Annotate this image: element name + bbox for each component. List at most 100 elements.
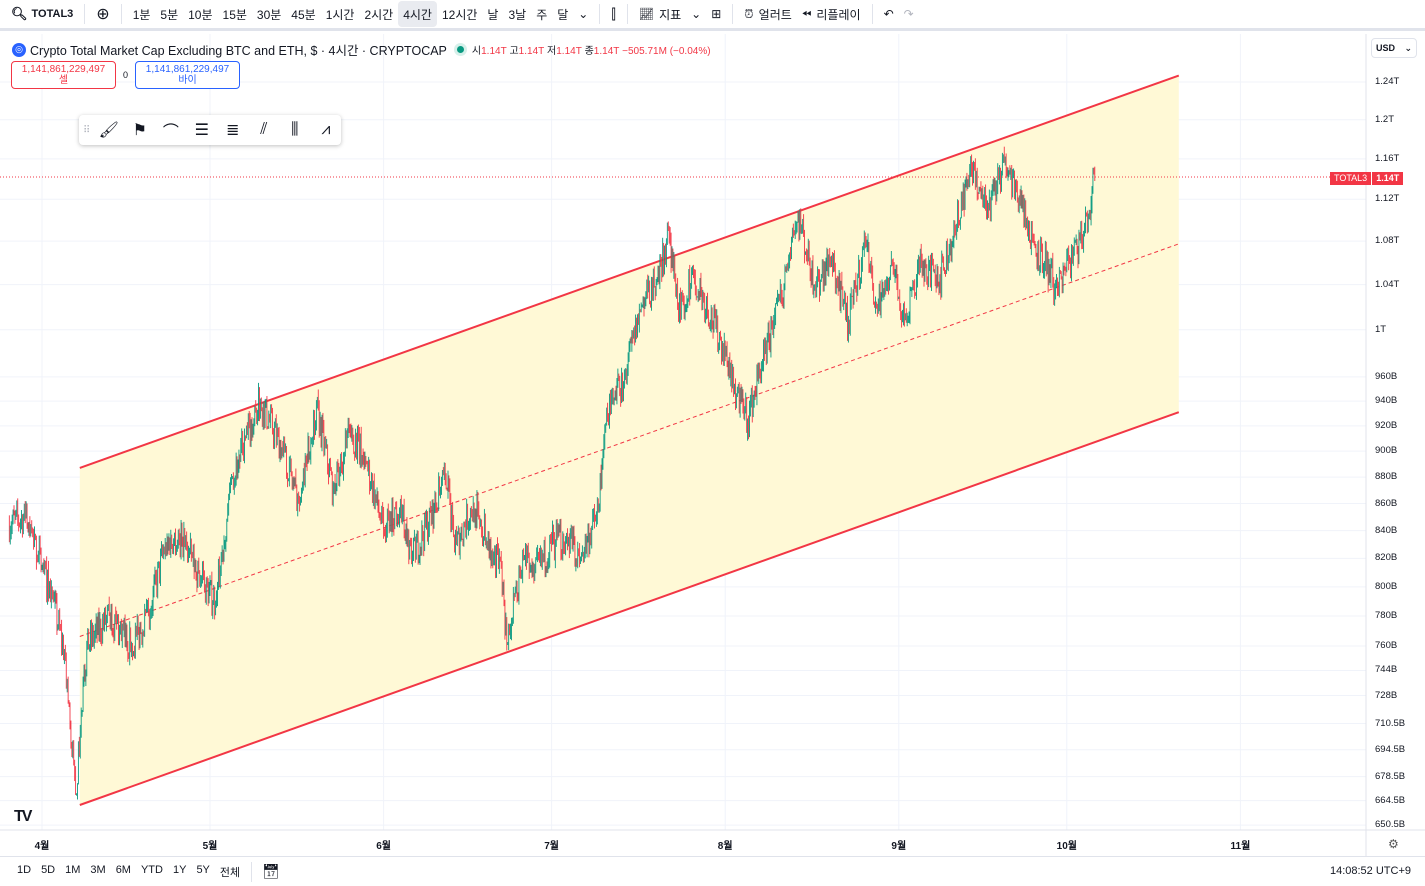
- time-tick: 8월: [717, 841, 733, 852]
- time-tick: 10월: [1056, 841, 1077, 852]
- price-tick: 678.5B: [1375, 770, 1406, 782]
- price-tick: 1.2T: [1375, 113, 1395, 125]
- market-status-dot: [456, 46, 464, 53]
- drawing-toolbar: ⠿ 🖌︎ ⚑ ⌒ ☰ ≣ ⫽ ⫼ ⩘: [79, 115, 341, 145]
- interval-7[interactable]: 2시간: [359, 1, 398, 27]
- horizontal-lines-icon[interactable]: ☰: [189, 118, 214, 142]
- parallel-channel-icon[interactable]: ⫽: [251, 118, 276, 142]
- price-tick: 710.5B: [1375, 717, 1406, 729]
- price-tick: 1T: [1375, 323, 1387, 335]
- indicators-label: 지표: [659, 7, 682, 22]
- price-tick: 1.08T: [1375, 235, 1400, 247]
- layouts-icon[interactable]: ⊞: [706, 1, 726, 27]
- time-tick: 9월: [891, 841, 907, 852]
- sell-button[interactable]: 1,141,861,229,497 셀: [11, 61, 116, 89]
- last-price-tag: TOTAL3 1.14T: [1330, 172, 1404, 185]
- time-tick: 6월: [376, 841, 391, 852]
- price-tick: 960B: [1375, 370, 1398, 382]
- range-1[interactable]: 5D: [36, 864, 60, 880]
- price-tick: 780B: [1375, 610, 1398, 622]
- time-tick: 11월: [1230, 841, 1251, 852]
- interval-12[interactable]: 주: [531, 1, 552, 27]
- range-6[interactable]: 1Y: [168, 864, 191, 880]
- clock[interactable]: 14:08:52 UTC+9: [1330, 865, 1411, 877]
- alert-button[interactable]: ⏰︎ 얼러트: [739, 1, 797, 27]
- price-tick: 1.16T: [1375, 152, 1400, 164]
- brush-icon[interactable]: 🖌︎: [96, 118, 121, 142]
- range-8[interactable]: 전체: [215, 864, 245, 880]
- indicators-icon: 📈︎: [638, 7, 655, 21]
- interval-5[interactable]: 45분: [286, 1, 320, 27]
- cryptocap-logo-icon: ◎: [12, 42, 26, 57]
- indicators-button[interactable]: 📈︎ 지표: [634, 1, 686, 27]
- interval-6[interactable]: 1시간: [321, 1, 360, 27]
- time-tick: 4월: [34, 841, 50, 852]
- vertical-lines-icon[interactable]: ⫼: [282, 118, 307, 142]
- price-tick: 728B: [1375, 689, 1398, 701]
- price-tick: 940B: [1375, 395, 1398, 407]
- interval-10[interactable]: 날: [482, 1, 503, 27]
- interval-0[interactable]: 1분: [128, 1, 156, 27]
- price-tick: 800B: [1375, 580, 1398, 592]
- price-tick: 880B: [1375, 471, 1398, 483]
- replay-button[interactable]: ⏪︎ 리플레이: [797, 1, 866, 27]
- interval-1[interactable]: 5분: [155, 1, 183, 27]
- indicators-chevron-icon[interactable]: ⌄: [686, 1, 706, 27]
- goto-date-icon[interactable]: 📅︎: [262, 863, 280, 880]
- drag-handle-icon[interactable]: ⠿: [83, 125, 90, 136]
- change-value: −505.71M (−0.04%): [622, 46, 711, 57]
- interval-9[interactable]: 12시간: [437, 1, 482, 27]
- time-tick: 7월: [544, 841, 559, 852]
- interval-13[interactable]: 달: [552, 1, 573, 27]
- price-tick: 1.24T: [1375, 76, 1400, 87]
- replay-icon: ⏪︎: [801, 6, 812, 21]
- candle-type-icon[interactable]: ⫿: [606, 1, 620, 27]
- compare-add-icon[interactable]: ⊕: [91, 1, 114, 27]
- price-tick: 650.5B: [1375, 819, 1406, 831]
- currency-select[interactable]: USD ⌄: [1371, 38, 1417, 58]
- symbol-label: TOTAL3: [31, 8, 74, 20]
- price-tick: 1.12T: [1375, 193, 1400, 205]
- bottom-toolbar: 1D 5D 1M 3M 6M YTD 1Y 5Y 전체 📅︎ 14:08:52 UTC+9: [0, 856, 1425, 886]
- time-tick: 5월: [202, 841, 218, 852]
- redo-icon[interactable]: ↷: [899, 1, 919, 27]
- range-4[interactable]: 6M: [111, 864, 136, 880]
- legend-title[interactable]: Crypto Total Market Cap Excluding BTC an…: [30, 40, 447, 59]
- interval-4[interactable]: 30분: [252, 1, 286, 27]
- replay-label: 리플레이: [816, 7, 861, 22]
- alert-label: 얼러트: [758, 7, 792, 22]
- fib-retracement-icon[interactable]: ≣: [220, 118, 245, 142]
- price-tick: 744B: [1375, 664, 1398, 676]
- price-chart[interactable]: [0, 34, 1425, 856]
- price-tick: 1.04T: [1375, 278, 1400, 290]
- tradingview-logo[interactable]: TV: [14, 808, 33, 826]
- range-3[interactable]: 3M: [85, 864, 110, 880]
- undo-icon[interactable]: ↶: [879, 1, 899, 27]
- range-7[interactable]: 5Y: [191, 864, 214, 880]
- ohlc-values: 시1.14T 고1.14T 저1.14T 종1.14T −505.71M (−0…: [471, 46, 711, 57]
- interval-2[interactable]: 10분: [183, 1, 217, 27]
- price-tick: 920B: [1375, 419, 1398, 431]
- price-tick: 760B: [1375, 639, 1398, 651]
- interval-8[interactable]: 4시간: [398, 1, 437, 27]
- search-icon: 🔍︎: [11, 6, 28, 21]
- chart-legend: ◎ Crypto Total Market Cap Excluding BTC …: [12, 40, 711, 59]
- buy-button[interactable]: 1,141,861,229,497 바이: [135, 61, 241, 89]
- top-toolbar: 🔍︎ TOTAL3 ⊕ 1분 5분 10분 15분 30분 45분 1시간 2시간 4시간 12시간…: [0, 0, 1425, 31]
- range-0[interactable]: 1D: [12, 864, 36, 880]
- axis-settings-gear-icon[interactable]: ⚙: [1388, 837, 1399, 851]
- price-tick: 840B: [1375, 524, 1398, 536]
- interval-dropdown-chevron-icon[interactable]: ⌄: [573, 1, 593, 27]
- alarm-icon: ⏰︎: [744, 6, 754, 21]
- gann-fan-icon[interactable]: ⩘: [313, 118, 338, 142]
- curve-icon[interactable]: ⌒: [158, 118, 183, 142]
- price-tick: 664.5B: [1375, 794, 1406, 806]
- interval-11[interactable]: 3날: [503, 1, 531, 27]
- flag-marker-icon[interactable]: ⚑: [127, 118, 152, 142]
- price-tick: 860B: [1375, 497, 1398, 509]
- range-2[interactable]: 1M: [60, 864, 85, 880]
- symbol-search-button[interactable]: 🔍︎ TOTAL3: [6, 1, 78, 27]
- price-tick: 694.5B: [1375, 743, 1406, 755]
- range-5[interactable]: YTD: [136, 864, 168, 880]
- interval-3[interactable]: 15분: [218, 1, 252, 27]
